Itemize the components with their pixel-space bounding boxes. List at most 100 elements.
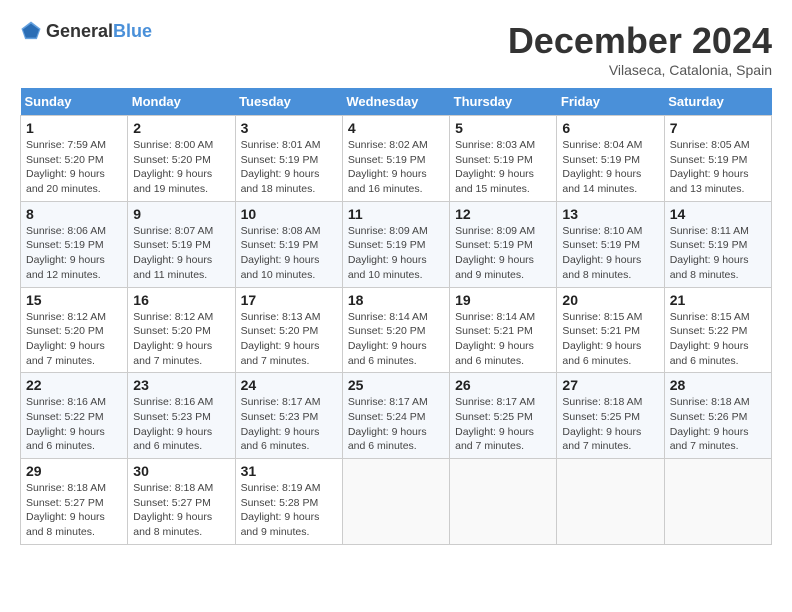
week-row-5: 29 Sunrise: 8:18 AM Sunset: 5:27 PM Dayl… <box>21 459 772 545</box>
day-info: Sunrise: 8:09 AM Sunset: 5:19 PM Dayligh… <box>348 224 444 283</box>
day-number: 7 <box>670 120 766 136</box>
day-number: 18 <box>348 292 444 308</box>
day-number: 14 <box>670 206 766 222</box>
calendar: SundayMondayTuesdayWednesdayThursdayFrid… <box>20 88 772 545</box>
weekday-header-monday: Monday <box>128 88 235 116</box>
day-number: 2 <box>133 120 229 136</box>
day-cell <box>664 459 771 545</box>
week-row-4: 22 Sunrise: 8:16 AM Sunset: 5:22 PM Dayl… <box>21 373 772 459</box>
day-info: Sunrise: 8:06 AM Sunset: 5:19 PM Dayligh… <box>26 224 122 283</box>
day-info: Sunrise: 8:09 AM Sunset: 5:19 PM Dayligh… <box>455 224 551 283</box>
logo-icon <box>20 20 42 42</box>
weekday-header-saturday: Saturday <box>664 88 771 116</box>
day-info: Sunrise: 8:15 AM Sunset: 5:21 PM Dayligh… <box>562 310 658 369</box>
day-cell: 8 Sunrise: 8:06 AM Sunset: 5:19 PM Dayli… <box>21 201 128 287</box>
day-number: 17 <box>241 292 337 308</box>
title-area: December 2024 Vilaseca, Catalonia, Spain <box>508 20 772 78</box>
month-title: December 2024 <box>508 20 772 62</box>
day-cell: 16 Sunrise: 8:12 AM Sunset: 5:20 PM Dayl… <box>128 287 235 373</box>
weekday-header-friday: Friday <box>557 88 664 116</box>
day-number: 29 <box>26 463 122 479</box>
day-info: Sunrise: 8:00 AM Sunset: 5:20 PM Dayligh… <box>133 138 229 197</box>
day-number: 11 <box>348 206 444 222</box>
day-info: Sunrise: 8:18 AM Sunset: 5:27 PM Dayligh… <box>26 481 122 540</box>
day-number: 9 <box>133 206 229 222</box>
day-cell: 30 Sunrise: 8:18 AM Sunset: 5:27 PM Dayl… <box>128 459 235 545</box>
day-cell: 31 Sunrise: 8:19 AM Sunset: 5:28 PM Dayl… <box>235 459 342 545</box>
logo-blue: Blue <box>113 21 152 41</box>
day-info: Sunrise: 8:14 AM Sunset: 5:21 PM Dayligh… <box>455 310 551 369</box>
weekday-header-tuesday: Tuesday <box>235 88 342 116</box>
day-cell: 15 Sunrise: 8:12 AM Sunset: 5:20 PM Dayl… <box>21 287 128 373</box>
week-row-3: 15 Sunrise: 8:12 AM Sunset: 5:20 PM Dayl… <box>21 287 772 373</box>
day-cell: 25 Sunrise: 8:17 AM Sunset: 5:24 PM Dayl… <box>342 373 449 459</box>
day-info: Sunrise: 8:13 AM Sunset: 5:20 PM Dayligh… <box>241 310 337 369</box>
day-number: 27 <box>562 377 658 393</box>
logo: GeneralBlue <box>20 20 152 42</box>
day-cell: 22 Sunrise: 8:16 AM Sunset: 5:22 PM Dayl… <box>21 373 128 459</box>
day-cell: 13 Sunrise: 8:10 AM Sunset: 5:19 PM Dayl… <box>557 201 664 287</box>
day-cell: 2 Sunrise: 8:00 AM Sunset: 5:20 PM Dayli… <box>128 116 235 202</box>
day-info: Sunrise: 8:07 AM Sunset: 5:19 PM Dayligh… <box>133 224 229 283</box>
day-info: Sunrise: 8:15 AM Sunset: 5:22 PM Dayligh… <box>670 310 766 369</box>
weekday-header-wednesday: Wednesday <box>342 88 449 116</box>
day-info: Sunrise: 8:17 AM Sunset: 5:23 PM Dayligh… <box>241 395 337 454</box>
week-row-1: 1 Sunrise: 7:59 AM Sunset: 5:20 PM Dayli… <box>21 116 772 202</box>
day-cell <box>342 459 449 545</box>
day-cell: 11 Sunrise: 8:09 AM Sunset: 5:19 PM Dayl… <box>342 201 449 287</box>
logo-text: GeneralBlue <box>46 21 152 42</box>
day-info: Sunrise: 8:03 AM Sunset: 5:19 PM Dayligh… <box>455 138 551 197</box>
day-info: Sunrise: 8:17 AM Sunset: 5:25 PM Dayligh… <box>455 395 551 454</box>
day-cell <box>450 459 557 545</box>
day-number: 10 <box>241 206 337 222</box>
day-number: 13 <box>562 206 658 222</box>
day-cell: 27 Sunrise: 8:18 AM Sunset: 5:25 PM Dayl… <box>557 373 664 459</box>
day-info: Sunrise: 8:12 AM Sunset: 5:20 PM Dayligh… <box>133 310 229 369</box>
day-number: 20 <box>562 292 658 308</box>
day-info: Sunrise: 7:59 AM Sunset: 5:20 PM Dayligh… <box>26 138 122 197</box>
day-number: 5 <box>455 120 551 136</box>
weekday-header-sunday: Sunday <box>21 88 128 116</box>
day-number: 31 <box>241 463 337 479</box>
day-number: 23 <box>133 377 229 393</box>
day-number: 28 <box>670 377 766 393</box>
day-info: Sunrise: 8:18 AM Sunset: 5:25 PM Dayligh… <box>562 395 658 454</box>
logo-general: General <box>46 21 113 41</box>
day-cell: 14 Sunrise: 8:11 AM Sunset: 5:19 PM Dayl… <box>664 201 771 287</box>
day-number: 26 <box>455 377 551 393</box>
day-cell: 9 Sunrise: 8:07 AM Sunset: 5:19 PM Dayli… <box>128 201 235 287</box>
day-info: Sunrise: 8:17 AM Sunset: 5:24 PM Dayligh… <box>348 395 444 454</box>
day-info: Sunrise: 8:04 AM Sunset: 5:19 PM Dayligh… <box>562 138 658 197</box>
day-cell: 28 Sunrise: 8:18 AM Sunset: 5:26 PM Dayl… <box>664 373 771 459</box>
day-info: Sunrise: 8:16 AM Sunset: 5:22 PM Dayligh… <box>26 395 122 454</box>
day-number: 1 <box>26 120 122 136</box>
day-cell: 1 Sunrise: 7:59 AM Sunset: 5:20 PM Dayli… <box>21 116 128 202</box>
day-cell: 5 Sunrise: 8:03 AM Sunset: 5:19 PM Dayli… <box>450 116 557 202</box>
day-cell: 10 Sunrise: 8:08 AM Sunset: 5:19 PM Dayl… <box>235 201 342 287</box>
day-cell: 20 Sunrise: 8:15 AM Sunset: 5:21 PM Dayl… <box>557 287 664 373</box>
day-info: Sunrise: 8:18 AM Sunset: 5:27 PM Dayligh… <box>133 481 229 540</box>
day-cell: 4 Sunrise: 8:02 AM Sunset: 5:19 PM Dayli… <box>342 116 449 202</box>
day-cell <box>557 459 664 545</box>
weekday-header-row: SundayMondayTuesdayWednesdayThursdayFrid… <box>21 88 772 116</box>
day-info: Sunrise: 8:10 AM Sunset: 5:19 PM Dayligh… <box>562 224 658 283</box>
day-number: 16 <box>133 292 229 308</box>
day-cell: 3 Sunrise: 8:01 AM Sunset: 5:19 PM Dayli… <box>235 116 342 202</box>
day-info: Sunrise: 8:11 AM Sunset: 5:19 PM Dayligh… <box>670 224 766 283</box>
day-cell: 29 Sunrise: 8:18 AM Sunset: 5:27 PM Dayl… <box>21 459 128 545</box>
day-number: 19 <box>455 292 551 308</box>
day-info: Sunrise: 8:12 AM Sunset: 5:20 PM Dayligh… <box>26 310 122 369</box>
day-number: 30 <box>133 463 229 479</box>
day-info: Sunrise: 8:14 AM Sunset: 5:20 PM Dayligh… <box>348 310 444 369</box>
day-number: 8 <box>26 206 122 222</box>
day-info: Sunrise: 8:08 AM Sunset: 5:19 PM Dayligh… <box>241 224 337 283</box>
day-number: 24 <box>241 377 337 393</box>
header: GeneralBlue December 2024 Vilaseca, Cata… <box>20 20 772 78</box>
day-number: 12 <box>455 206 551 222</box>
day-number: 25 <box>348 377 444 393</box>
day-info: Sunrise: 8:16 AM Sunset: 5:23 PM Dayligh… <box>133 395 229 454</box>
day-info: Sunrise: 8:05 AM Sunset: 5:19 PM Dayligh… <box>670 138 766 197</box>
week-row-2: 8 Sunrise: 8:06 AM Sunset: 5:19 PM Dayli… <box>21 201 772 287</box>
day-cell: 18 Sunrise: 8:14 AM Sunset: 5:20 PM Dayl… <box>342 287 449 373</box>
day-info: Sunrise: 8:18 AM Sunset: 5:26 PM Dayligh… <box>670 395 766 454</box>
